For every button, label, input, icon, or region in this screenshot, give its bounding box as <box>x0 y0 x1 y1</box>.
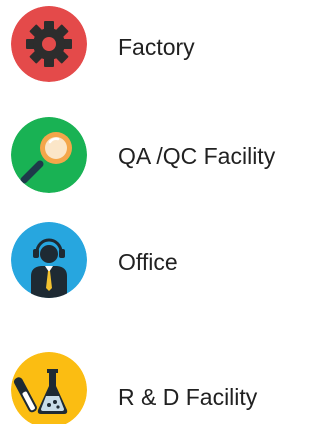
facility-list: Factory QA /QC Facility Office R & D Fac… <box>0 0 299 424</box>
magnifier-icon <box>11 117 87 193</box>
list-item-factory[interactable]: Factory <box>0 4 299 84</box>
gear-icon <box>11 6 87 82</box>
support-agent-icon <box>11 222 87 298</box>
list-item-office[interactable]: Office <box>0 220 299 300</box>
item-label: R & D Facility <box>118 384 258 410</box>
lab-flask-icon <box>11 352 87 424</box>
item-label: Factory <box>118 34 195 60</box>
list-item-qa-qc-facility[interactable]: QA /QC Facility <box>0 114 299 194</box>
item-label: Office <box>118 249 178 275</box>
list-item-r-d-facility[interactable]: R & D Facility <box>0 348 299 424</box>
item-label: QA /QC Facility <box>118 143 276 169</box>
